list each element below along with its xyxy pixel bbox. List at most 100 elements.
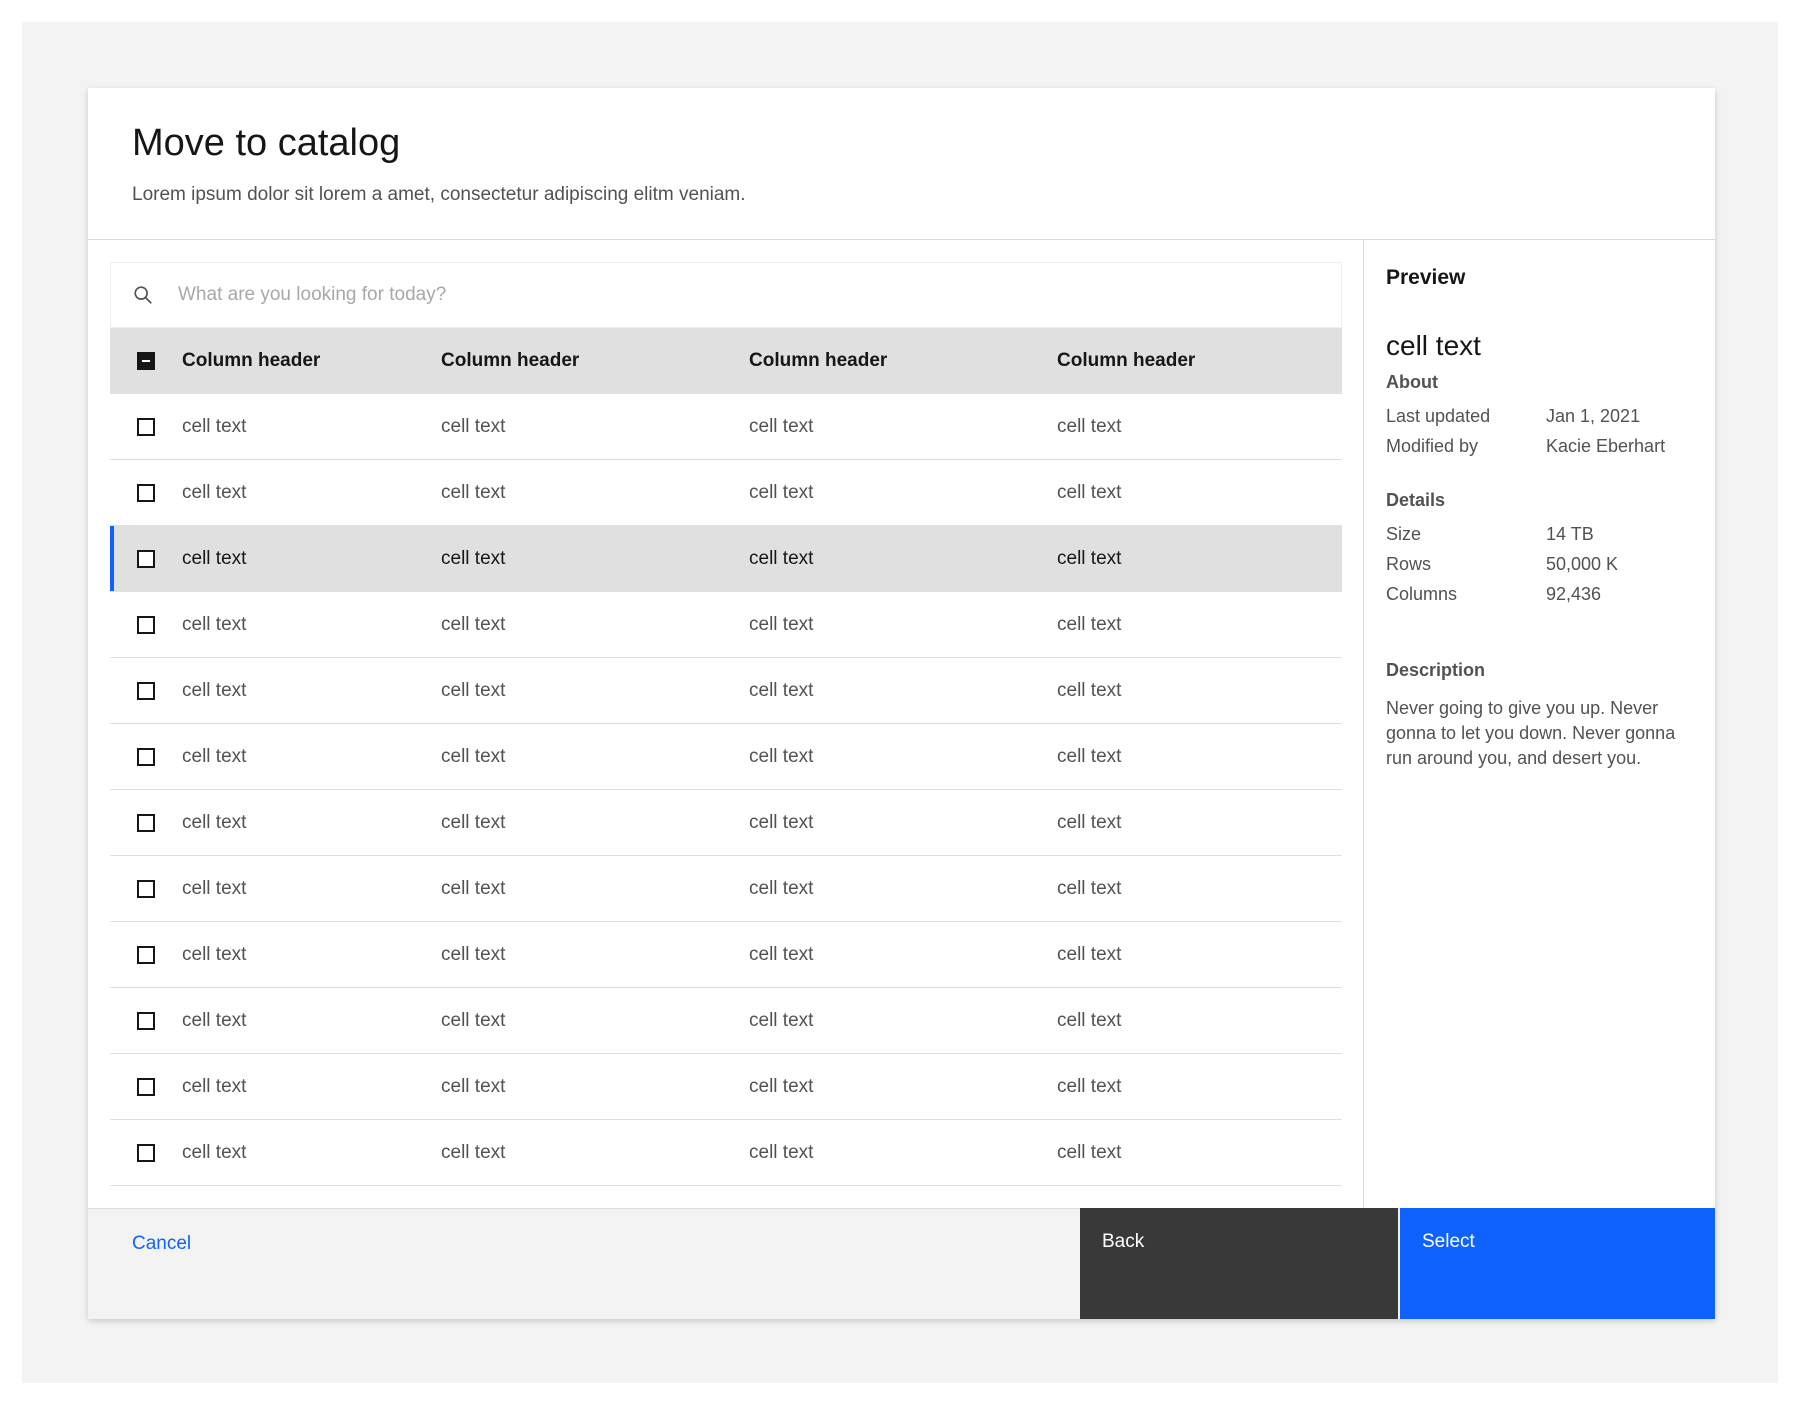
preview-pane: Preview cell text About Last updated Jan…	[1364, 240, 1715, 1208]
table-cell: cell text	[182, 1141, 247, 1163]
table-cell: cell text	[749, 1141, 814, 1163]
table-cell: cell text	[1057, 745, 1122, 767]
table-row[interactable]: cell text cell text cell text cell text	[110, 790, 1342, 856]
about-section-title: About	[1386, 372, 1438, 392]
table-cell: cell text	[182, 1009, 247, 1031]
row-checkbox[interactable]	[137, 1077, 155, 1096]
rows-value: 50,000 K	[1546, 554, 1619, 574]
table-cell: cell text	[1057, 1075, 1122, 1097]
table-cell: cell text	[749, 547, 814, 569]
table-row[interactable]: cell text cell text cell text cell text	[110, 988, 1342, 1054]
row-checkbox[interactable]	[137, 549, 155, 568]
column-header[interactable]: Column header	[182, 350, 441, 372]
description-text: Never going to give you up. Never gonna …	[1386, 698, 1676, 768]
table-cell: cell text	[182, 613, 247, 635]
modified-by-row: Modified by Kacie Eberhart	[1386, 436, 1665, 457]
select-button[interactable]: Select	[1400, 1208, 1715, 1319]
table-cell: cell text	[749, 613, 814, 635]
select-button-label: Select	[1422, 1231, 1475, 1252]
table-cell: cell text	[1057, 679, 1122, 701]
details-section-title: Details	[1386, 490, 1446, 510]
row-checkbox-cell	[110, 483, 182, 502]
table-cell: cell text	[749, 943, 814, 965]
table-cell: cell text	[441, 1075, 506, 1097]
row-checkbox-cell	[110, 615, 182, 634]
table-row[interactable]: cell text cell text cell text cell text	[110, 1120, 1342, 1186]
row-checkbox[interactable]	[137, 813, 155, 832]
back-button-label: Back	[1102, 1231, 1145, 1252]
row-checkbox[interactable]	[137, 945, 155, 964]
table-cell: cell text	[441, 481, 506, 503]
row-checkbox[interactable]	[137, 1143, 155, 1162]
modified-by-label: Modified by	[1386, 436, 1479, 456]
columns-label: Columns	[1386, 584, 1458, 604]
table-cell: cell text	[182, 745, 247, 767]
row-checkbox-cell	[110, 879, 182, 898]
table-cell: cell text	[749, 415, 814, 437]
modal-footer: Cancel Back Select	[88, 1208, 1715, 1319]
modified-by-value: Kacie Eberhart	[1546, 436, 1666, 456]
table-cell: cell text	[749, 481, 814, 503]
table-body: cell text cell text cell text cell text cell…	[110, 394, 1342, 1186]
row-checkbox-cell	[110, 681, 182, 700]
cancel-button[interactable]: Cancel	[132, 1233, 191, 1255]
table-cell: cell text	[441, 547, 506, 569]
table-row[interactable]: cell text cell text cell text cell text	[110, 460, 1342, 526]
table-cell: cell text	[749, 1009, 814, 1031]
table-cell: cell text	[749, 679, 814, 701]
row-checkbox-cell	[110, 945, 182, 964]
table-cell: cell text	[1057, 1009, 1122, 1031]
table-row[interactable]: cell text cell text cell text cell text	[110, 724, 1342, 790]
table-pane: Column header Column header Column heade…	[88, 240, 1364, 1208]
row-checkbox[interactable]	[137, 483, 155, 502]
table-cell: cell text	[182, 877, 247, 899]
table-cell: cell text	[182, 481, 247, 503]
table-row[interactable]: cell text cell text cell text cell text	[110, 856, 1342, 922]
table-row[interactable]: cell text cell text cell text cell text	[110, 526, 1342, 592]
size-label: Size	[1386, 524, 1422, 544]
table-row[interactable]: cell text cell text cell text cell text	[110, 1054, 1342, 1120]
row-checkbox[interactable]	[137, 1011, 155, 1030]
row-checkbox-cell	[110, 813, 182, 832]
table-row[interactable]: cell text cell text cell text cell text	[110, 394, 1342, 460]
table-cell: cell text	[441, 877, 506, 899]
table-cell: cell text	[441, 679, 506, 701]
table-row[interactable]: cell text cell text cell text cell text	[110, 592, 1342, 658]
row-checkbox[interactable]	[137, 417, 155, 436]
column-header[interactable]: Column header	[749, 350, 1057, 372]
column-header[interactable]: Column header	[1057, 350, 1342, 372]
row-checkbox[interactable]	[137, 747, 155, 766]
table-cell: cell text	[441, 1141, 506, 1163]
last-updated-value: Jan 1, 2021	[1546, 406, 1641, 426]
modal-header: Move to catalog Lorem ipsum dolor sit lo…	[88, 88, 1715, 240]
table-cell: cell text	[441, 943, 506, 965]
data-table: Column header Column header Column heade…	[110, 262, 1342, 1186]
row-checkbox-cell	[110, 747, 182, 766]
table-cell: cell text	[749, 1075, 814, 1097]
column-header[interactable]: Column header	[441, 350, 749, 372]
row-checkbox[interactable]	[137, 615, 155, 634]
table-row[interactable]: cell text cell text cell text cell text	[110, 922, 1342, 988]
table-cell: cell text	[1057, 547, 1122, 569]
search-input[interactable]	[176, 283, 1080, 307]
size-value: 14 TB	[1546, 524, 1594, 544]
row-checkbox[interactable]	[137, 681, 155, 700]
search-icon	[134, 286, 152, 304]
table-cell: cell text	[1057, 877, 1122, 899]
modal-subtitle: Lorem ipsum dolor sit lorem a amet, cons…	[132, 184, 746, 205]
table-cell: cell text	[182, 1075, 247, 1097]
table-cell: cell text	[182, 811, 247, 833]
table-cell: cell text	[1057, 613, 1122, 635]
select-all-checkbox[interactable]	[137, 352, 155, 370]
row-checkbox[interactable]	[137, 879, 155, 898]
back-button[interactable]: Back	[1080, 1208, 1398, 1319]
table-cell: cell text	[749, 877, 814, 899]
table-row[interactable]: cell text cell text cell text cell text	[110, 658, 1342, 724]
row-checkbox-cell	[110, 1011, 182, 1030]
table-cell: cell text	[441, 1009, 506, 1031]
table-cell: cell text	[182, 679, 247, 701]
table-cell: cell text	[1057, 943, 1122, 965]
rows-row: Rows 50,000 K	[1386, 554, 1618, 575]
table-cell: cell text	[1057, 481, 1122, 503]
preview-item-name: cell text	[1386, 330, 1481, 361]
